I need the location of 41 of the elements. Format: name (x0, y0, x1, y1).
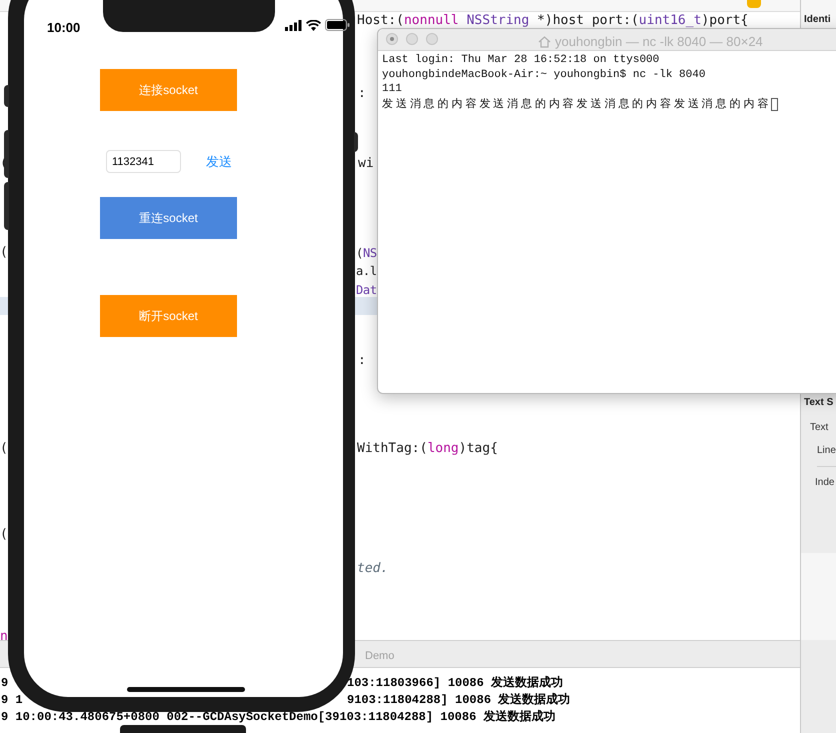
message-field[interactable]: 1132341 (106, 150, 181, 173)
inspector-label: Text (810, 421, 828, 435)
code-line: a.l (356, 263, 377, 279)
inspector-label: Line (817, 443, 836, 467)
window-title: youhongbin — nc -lk 8040 — 80×24 (555, 33, 763, 51)
log-line: 9 (1, 676, 8, 691)
wifi-icon (306, 20, 321, 30)
console-header-label: Demo (365, 649, 394, 664)
status-time: 10:00 (47, 19, 80, 37)
code-line: Dat (356, 282, 377, 298)
code-line: n (0, 629, 8, 645)
connect-button[interactable]: 连接socket (100, 69, 237, 111)
code-line: ( (0, 245, 8, 261)
code-line: : (358, 86, 366, 102)
log-line: 9 10:00:43.480675+0800 002--GCDAsySocketDemo[39103:11804288] 10086 发送数据成功 (1, 710, 556, 725)
home-icon (538, 36, 551, 48)
code-line: ( (0, 441, 8, 457)
reconnect-button[interactable]: 重连socket (100, 197, 237, 239)
signal-icon (285, 20, 302, 30)
code-line: ( (0, 527, 8, 543)
code-line: (NS (356, 245, 377, 261)
warning-icon (747, 0, 761, 8)
section-title: Text S (804, 396, 834, 410)
inspector-header: Identi (804, 13, 831, 27)
terminal-line: youhongbindeMacBook-Air:~ youhongbin$ nc -lk 8040 (382, 68, 706, 82)
code-line: wi (358, 156, 374, 172)
disconnect-button[interactable]: 断开socket (100, 295, 237, 337)
send-link[interactable]: 发送 (206, 152, 232, 172)
code-line: Host:(nonnull NSString *)host port:(uint16_t)port{ (357, 13, 748, 29)
log-line: 103:11803966] 10086 发送数据成功 (347, 676, 564, 691)
cursor (771, 98, 778, 111)
log-line: 9103:11804288] 10086 发送数据成功 (347, 693, 570, 708)
terminal-line: Last login: Thu Mar 28 16:52:18 on ttys000 (382, 53, 660, 68)
terminal-line: 111 (382, 82, 403, 98)
terminal-line: 发送消息的内容发送消息的内容发送消息的内容发送消息的内容 (382, 97, 772, 112)
log-line: 9 1 (1, 693, 23, 708)
code-line: : (358, 353, 366, 369)
inspector-label: Inde (815, 476, 834, 490)
code-line: ted. (357, 561, 388, 577)
code-line: WithTag:(long)tag{ (357, 441, 498, 457)
battery-icon (325, 19, 350, 31)
